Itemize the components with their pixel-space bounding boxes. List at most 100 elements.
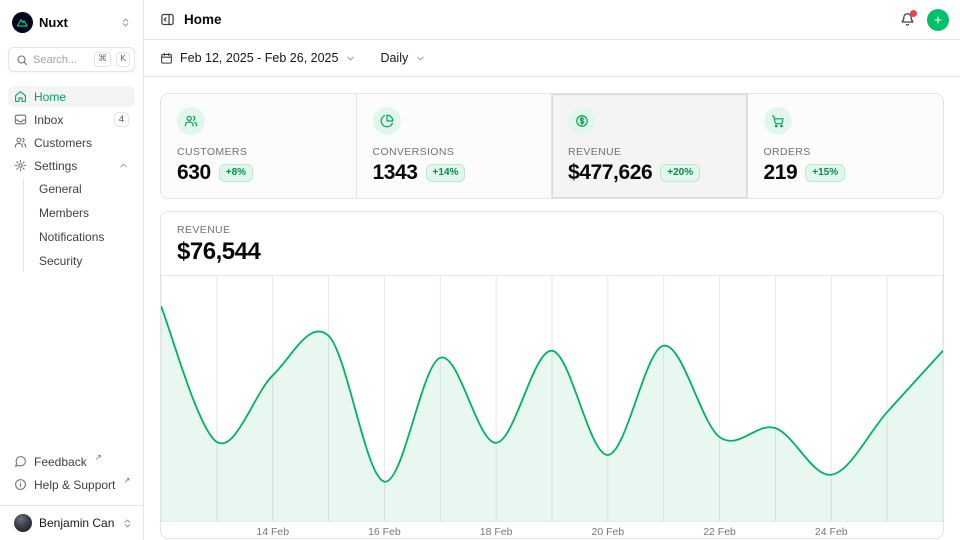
sidebar-item-label: Inbox — [34, 113, 63, 127]
external-link-icon: ↗ — [95, 453, 102, 463]
help-support-link[interactable]: Help & Support ↗ — [8, 474, 135, 495]
stat-card-conversions[interactable]: CONVERSIONS 1343 +14% — [357, 94, 553, 198]
user-name: Benjamin Canac — [39, 516, 115, 530]
stat-value: 630 — [177, 161, 211, 185]
x-axis-tick-label: 20 Feb — [591, 526, 624, 538]
x-axis-labels: 14 Feb 16 Feb 18 Feb 20 Feb 22 Feb 24 Feb — [161, 521, 943, 539]
chevron-down-icon — [345, 53, 356, 64]
settings-subnav: General Members Notifications Security — [23, 178, 135, 272]
topbar-actions — [898, 9, 949, 31]
stat-value: $477,626 — [568, 161, 652, 185]
sidebar-subitem-label: General — [39, 182, 82, 196]
inbox-count-badge: 4 — [114, 112, 129, 127]
sidebar: Nuxt Search... ⌘ K Home Inbox 4 Customer… — [0, 0, 144, 540]
revenue-area-chart — [161, 276, 943, 521]
stat-delta-badge: +8% — [219, 164, 253, 182]
gear-icon — [14, 159, 27, 172]
stat-card-customers[interactable]: CUSTOMERS 630 +8% — [161, 94, 357, 198]
users-icon — [14, 136, 27, 149]
x-axis-tick-label: 18 Feb — [480, 526, 513, 538]
feedback-link[interactable]: Feedback ↗ — [8, 451, 135, 472]
x-axis-tick-label: 14 Feb — [256, 526, 289, 538]
notifications-button[interactable] — [898, 10, 917, 29]
sidebar-item-label: Customers — [34, 136, 92, 150]
avatar — [14, 514, 32, 532]
sidebar-item-customers[interactable]: Customers — [8, 132, 135, 153]
stat-delta-badge: +15% — [805, 164, 845, 182]
stat-label: CUSTOMERS — [177, 146, 340, 158]
sidebar-subitem-label: Security — [39, 254, 82, 268]
x-axis-tick-label: 24 Feb — [815, 526, 848, 538]
external-link-icon: ↗ — [123, 476, 130, 486]
user-menu[interactable]: Benjamin Canac — [0, 505, 143, 540]
x-axis-tick-label: 22 Feb — [703, 526, 736, 538]
shopping-cart-icon — [764, 107, 792, 135]
stat-card-revenue[interactable]: REVENUE $477,626 +20% — [552, 94, 748, 198]
stat-label: ORDERS — [764, 146, 928, 158]
date-range-picker[interactable]: Feb 12, 2025 - Feb 26, 2025 — [160, 51, 356, 65]
sidebar-item-security[interactable]: Security — [31, 250, 135, 272]
sidebar-toggle-button[interactable] — [160, 12, 175, 27]
add-button[interactable] — [927, 9, 949, 31]
info-circle-icon — [14, 478, 27, 491]
chart-header: REVENUE $76,544 — [161, 212, 943, 276]
users-icon — [177, 107, 205, 135]
stats-row: CUSTOMERS 630 +8% CONVERSIONS 1343 +14% — [160, 93, 944, 199]
main-area: Home Feb 12, 2025 - Feb 26, 2025 Daily — [144, 0, 960, 540]
stat-value: 219 — [764, 161, 798, 185]
workspace-name: Nuxt — [39, 15, 114, 30]
kbd-command: ⌘ — [94, 52, 111, 67]
stat-label: REVENUE — [568, 146, 731, 158]
plus-icon — [933, 14, 943, 26]
circle-dollar-icon — [568, 107, 596, 135]
chevron-up-icon — [118, 160, 129, 171]
sidebar-item-inbox[interactable]: Inbox 4 — [8, 109, 135, 130]
sidebar-spacer — [8, 274, 135, 451]
footer-link-label: Feedback — [34, 455, 87, 469]
footer-link-label: Help & Support — [34, 478, 115, 492]
chevron-up-down-icon — [122, 518, 133, 529]
stat-label: CONVERSIONS — [373, 146, 536, 158]
sidebar-nav: Home Inbox 4 Customers Settings General … — [8, 86, 135, 274]
stat-delta-badge: +20% — [660, 164, 700, 182]
stat-card-orders[interactable]: ORDERS 219 +15% — [748, 94, 944, 198]
topbar: Home — [144, 0, 960, 40]
page-title: Home — [184, 12, 222, 27]
sidebar-item-notifications[interactable]: Notifications — [31, 226, 135, 248]
nuxt-logo-icon — [12, 12, 33, 33]
sidebar-footer-nav: Feedback ↗ Help & Support ↗ — [8, 451, 135, 501]
panel-left-icon — [160, 12, 175, 27]
x-axis-tick-label: 16 Feb — [368, 526, 401, 538]
sidebar-subitem-label: Notifications — [39, 230, 104, 244]
stat-value: 1343 — [373, 161, 418, 185]
notification-dot — [910, 10, 917, 17]
dashboard-content: CUSTOMERS 630 +8% CONVERSIONS 1343 +14% — [144, 77, 960, 540]
chevron-up-down-icon — [120, 17, 131, 28]
date-range-value: Feb 12, 2025 - Feb 26, 2025 — [180, 51, 338, 65]
chart-pie-icon — [373, 107, 401, 135]
chart-label: REVENUE — [177, 224, 927, 236]
inbox-icon — [14, 113, 27, 126]
sidebar-item-home[interactable]: Home — [8, 86, 135, 107]
period-value: Daily — [380, 51, 408, 65]
search-placeholder: Search... — [33, 54, 89, 66]
kbd-k: K — [116, 52, 130, 67]
search-input[interactable]: Search... ⌘ K — [8, 47, 135, 72]
sidebar-subitem-label: Members — [39, 206, 89, 220]
chart-value: $76,544 — [177, 239, 927, 264]
sidebar-item-members[interactable]: Members — [31, 202, 135, 224]
stat-delta-badge: +14% — [426, 164, 466, 182]
sidebar-item-label: Settings — [34, 159, 77, 173]
chat-bubble-icon — [14, 455, 27, 468]
calendar-icon — [160, 52, 173, 65]
sidebar-item-settings[interactable]: Settings — [8, 155, 135, 176]
chart-plot-area[interactable] — [161, 276, 943, 521]
workspace-selector[interactable]: Nuxt — [8, 8, 135, 34]
sidebar-item-general[interactable]: General — [31, 178, 135, 200]
revenue-chart-card: REVENUE $76,544 14 Feb 16 Feb 18 Feb 20 Feb… — [160, 211, 944, 539]
home-icon — [14, 90, 27, 103]
search-icon — [16, 54, 28, 66]
sidebar-item-label: Home — [34, 90, 66, 104]
chevron-down-icon — [415, 53, 426, 64]
period-select[interactable]: Daily — [380, 51, 426, 65]
